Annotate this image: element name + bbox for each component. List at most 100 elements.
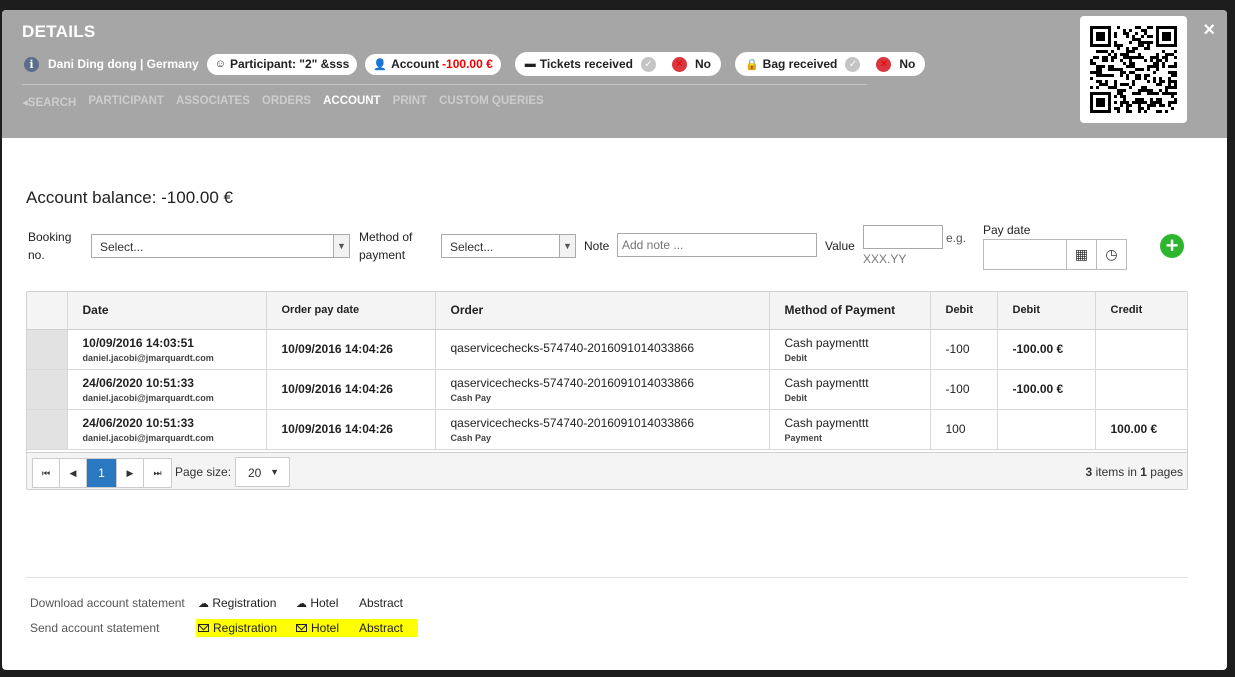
user-icon: 👤	[373, 58, 388, 71]
note-label: Note	[584, 239, 610, 253]
participant-badge[interactable]: ☺ Participant: "2" &sss	[206, 53, 358, 75]
row-selector[interactable]	[27, 329, 68, 370]
value-format-hint: XXX.YY	[863, 252, 907, 266]
tab-orders[interactable]: ORDERS	[262, 95, 311, 109]
tab-custom-queries[interactable]: CUSTOM QUERIES	[439, 95, 544, 109]
bag-received-value: No	[899, 57, 916, 71]
table-row[interactable]: 24/06/2020 10:51:33 daniel.jacobi@jmarqua…	[27, 409, 1188, 450]
credit-cell	[1095, 369, 1188, 410]
method-of-payment-label: Method of payment	[359, 230, 413, 262]
cloud-download-icon: ☁	[198, 598, 209, 610]
pay-date-picker[interactable]: ▦ ◷	[983, 239, 1127, 270]
pay-date-label: Pay date	[983, 223, 1031, 237]
chevron-down-icon: ▼	[333, 235, 349, 257]
order-cell: qaservicechecks-574740-2016091014033866	[435, 329, 770, 370]
debit-cell: -100	[930, 329, 998, 370]
chevron-down-icon: ▼	[559, 235, 575, 257]
row-selector[interactable]	[27, 409, 68, 450]
value-input[interactable]	[863, 225, 943, 249]
details-modal: DETAILS × i Dani Ding dong | Germany ☺ P…	[2, 10, 1227, 670]
last-page-icon[interactable]: ⏭	[144, 459, 171, 487]
tab-participant[interactable]: PARTICIPANT	[88, 95, 164, 109]
tab-account[interactable]: ACCOUNT	[323, 95, 381, 109]
date-cell: 24/06/2020 10:51:33 daniel.jacobi@jmarqua…	[67, 409, 267, 450]
method-cell: Cash paymenttt Payment	[769, 409, 931, 450]
statements-divider	[26, 577, 1188, 578]
header-divider	[22, 84, 867, 85]
send-statement-label: Send account statement	[30, 621, 160, 635]
column-header-debit-amount[interactable]: Debit	[997, 292, 1096, 330]
info-icon[interactable]: i	[24, 56, 39, 72]
caret-down-icon: ▼	[270, 467, 279, 477]
value-hint: e.g.	[946, 231, 967, 245]
tab-search[interactable]: ◂SEARCH	[22, 95, 76, 109]
table-row[interactable]: 10/09/2016 14:03:51 daniel.jacobi@jmarqua…	[27, 329, 1188, 370]
column-header-date[interactable]: Date	[67, 292, 267, 330]
download-abstract-link[interactable]: Abstract	[359, 596, 403, 610]
add-payment-button[interactable]: +	[1160, 234, 1184, 258]
booking-no-select[interactable]: Select... ▼	[91, 234, 350, 258]
download-hotel-link[interactable]: ☁ Hotel	[296, 596, 338, 610]
credit-cell	[1095, 329, 1188, 370]
check-yes-icon[interactable]: ✓	[640, 56, 656, 72]
qr-code	[1080, 16, 1187, 123]
method-of-payment-select[interactable]: Select... ▼	[441, 234, 576, 258]
first-page-icon[interactable]: ⏮	[33, 459, 60, 487]
ticket-icon: ▬	[524, 58, 536, 70]
table-row[interactable]: 24/06/2020 10:51:33 daniel.jacobi@jmarqua…	[27, 369, 1188, 410]
table-header-row: Date Order pay date Order Method of Paym…	[27, 292, 1188, 330]
booking-no-label: Booking no.	[28, 230, 72, 262]
order-pay-date-cell: 10/09/2016 14:04:26	[266, 329, 436, 370]
send-registration-link[interactable]: Registration	[198, 621, 277, 635]
account-balance-heading: Account balance: -100.00 €	[26, 188, 233, 207]
next-page-icon[interactable]: ▶	[117, 459, 144, 487]
column-header-order[interactable]: Order	[435, 292, 770, 330]
calendar-icon[interactable]: ▦	[1066, 240, 1096, 269]
page-button-current[interactable]: 1	[87, 459, 117, 487]
previous-page-icon[interactable]: ◀	[60, 459, 87, 487]
value-label: Value	[825, 239, 855, 253]
check-yes-icon[interactable]: ✓	[845, 56, 861, 72]
qr-code-image	[1090, 26, 1177, 113]
participant-name: Dani Ding dong | Germany	[48, 57, 199, 71]
account-badge[interactable]: 👤 Account -100.00 €	[365, 53, 501, 75]
debit-amount-cell	[997, 409, 1096, 450]
detail-tabs: ◂SEARCH PARTICIPANT ASSOCIATES ORDERS AC…	[22, 95, 556, 109]
order-pay-date-cell: 10/09/2016 14:04:26	[266, 409, 436, 450]
method-cell: Cash paymenttt Debit	[769, 369, 931, 410]
envelope-icon	[296, 624, 307, 632]
cross-no-icon[interactable]: ✕	[671, 56, 687, 72]
page-size-select[interactable]: 20 ▼	[235, 457, 290, 487]
credit-cell: 100.00 €	[1095, 409, 1188, 450]
grid-pager: ⏮ ◀ 1 ▶ ⏭ Page size: 20 ▼ 3 items in 1 p…	[27, 452, 1187, 489]
download-registration-link[interactable]: ☁ Registration	[198, 596, 276, 610]
user-circle-icon: ☺	[214, 58, 226, 70]
cross-no-icon[interactable]: ✕	[876, 56, 892, 72]
column-header-method-of-payment[interactable]: Method of Payment	[769, 292, 931, 330]
order-pay-date-cell: 10/09/2016 14:04:26	[266, 369, 436, 410]
close-icon[interactable]: ×	[1203, 20, 1215, 40]
account-transactions-grid: Date Order pay date Order Method of Paym…	[26, 291, 1188, 490]
tab-associates[interactable]: ASSOCIATES	[176, 95, 250, 109]
clock-icon[interactable]: ◷	[1096, 240, 1126, 269]
note-input[interactable]	[617, 233, 817, 257]
cloud-download-icon: ☁	[296, 598, 307, 610]
row-selector[interactable]	[27, 369, 68, 410]
send-abstract-link[interactable]: Abstract	[359, 621, 403, 635]
pager-info: 3 items in 1 pages	[1085, 465, 1183, 479]
tab-print[interactable]: PRINT	[393, 95, 428, 109]
participant-info-row: i Dani Ding dong | Germany ☺ Participant…	[24, 52, 933, 76]
column-header-debit[interactable]: Debit	[930, 292, 998, 330]
order-cell: qaservicechecks-574740-2016091014033866 C…	[435, 369, 770, 410]
column-header-credit[interactable]: Credit	[1095, 292, 1188, 330]
send-hotel-link[interactable]: Hotel	[296, 621, 339, 635]
modal-title: DETAILS	[22, 22, 96, 41]
date-cell: 24/06/2020 10:51:33 daniel.jacobi@jmarqua…	[67, 369, 267, 410]
date-cell: 10/09/2016 14:03:51 daniel.jacobi@jmarqua…	[67, 329, 267, 370]
download-statement-label: Download account statement	[30, 596, 185, 610]
debit-amount-cell: -100.00 €	[997, 329, 1096, 370]
column-header-order-pay-date[interactable]: Order pay date	[266, 292, 436, 330]
debit-cell: 100	[930, 409, 998, 450]
envelope-icon	[198, 624, 209, 632]
bag-received-badge: 🔒 Bag received ✓ ✕ No	[734, 52, 926, 76]
